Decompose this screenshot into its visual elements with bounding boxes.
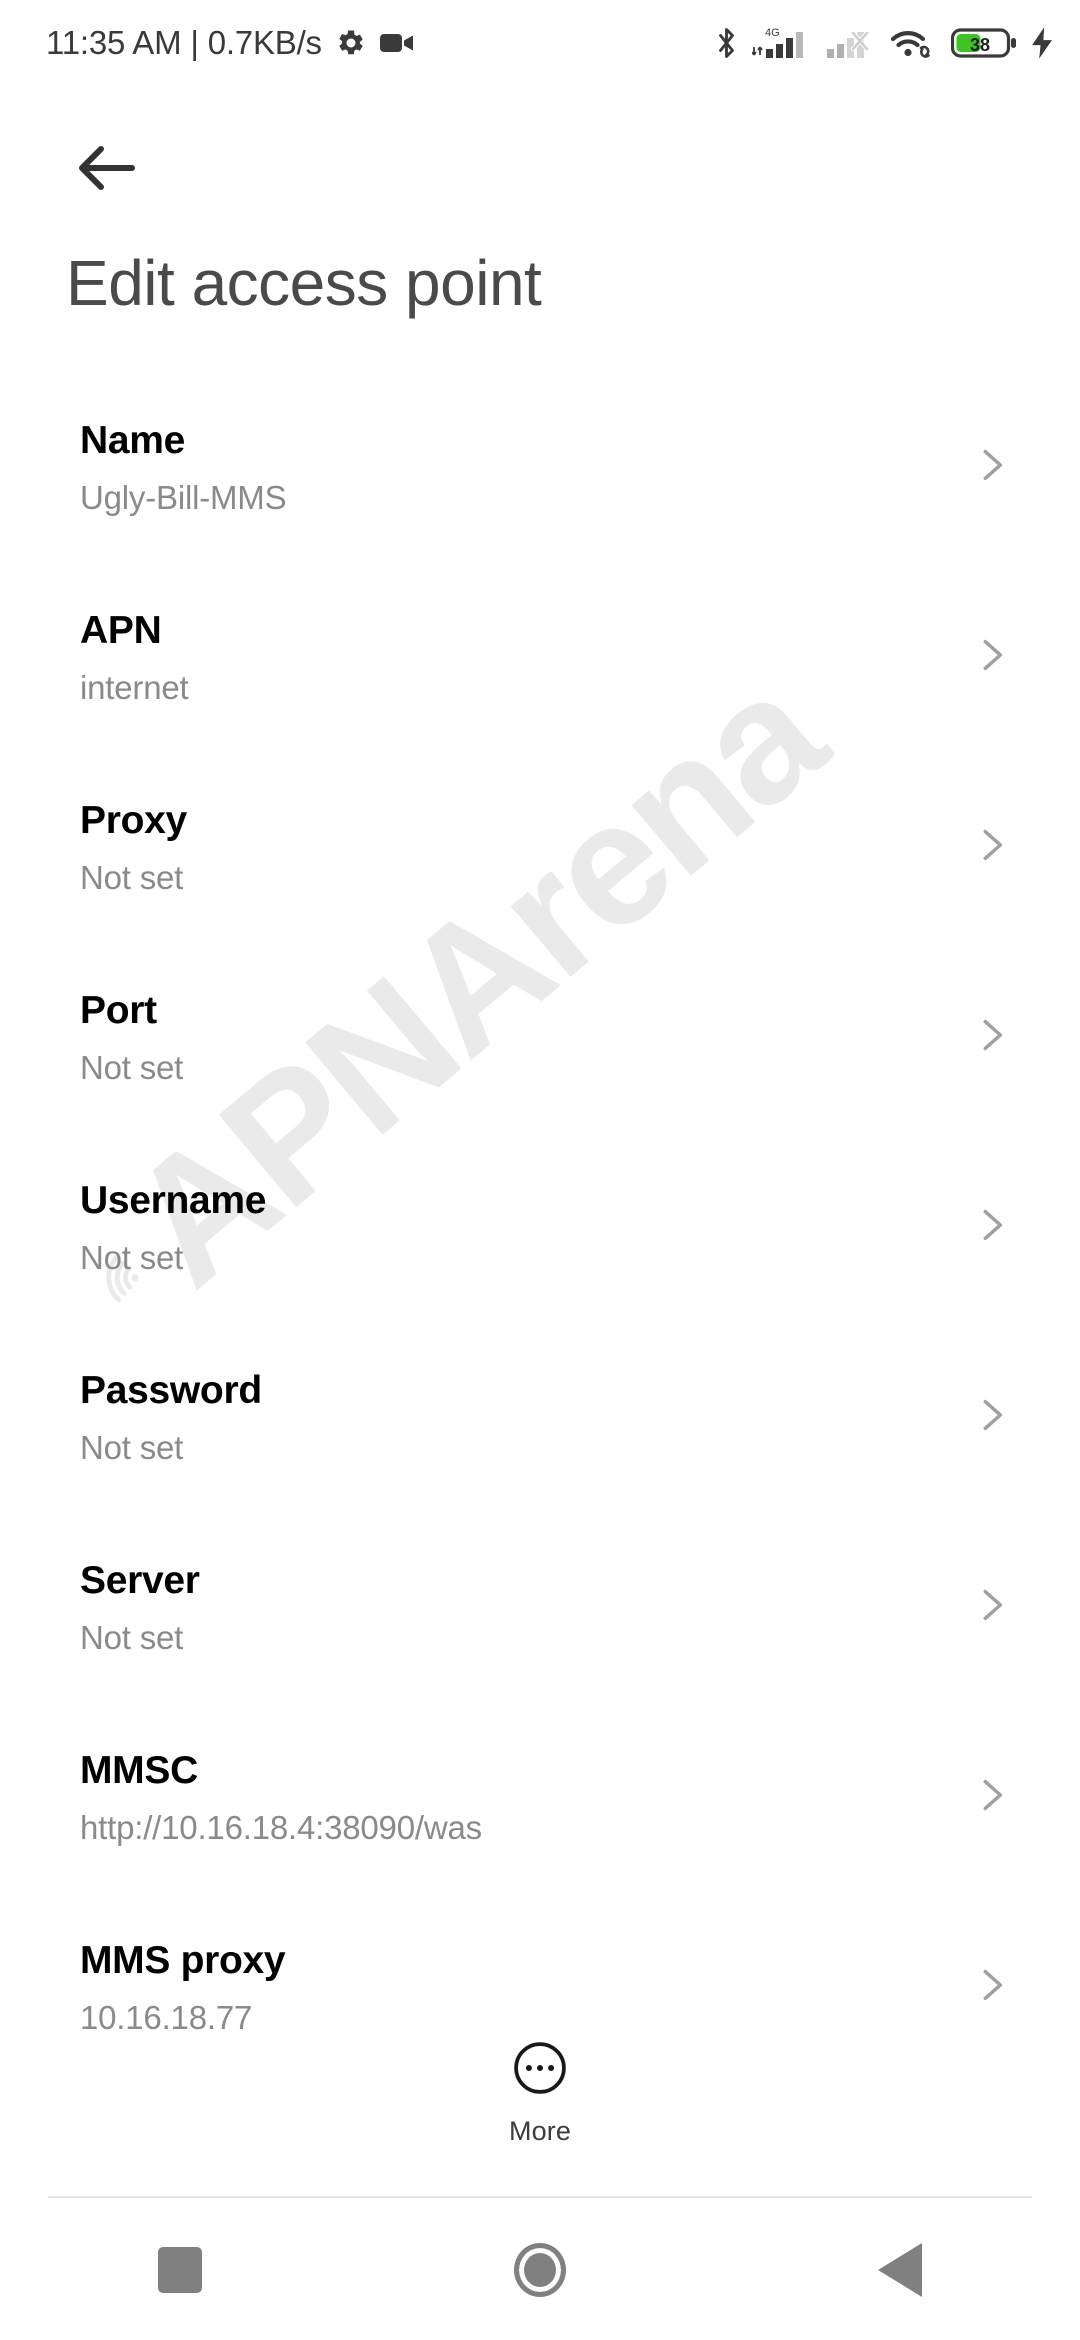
app-bar: [0, 110, 1080, 220]
setting-row-proxy[interactable]: Proxy Not set: [0, 775, 1080, 965]
video-camera-icon: [379, 31, 414, 55]
setting-title: Password: [80, 1369, 262, 1412]
setting-value: internet: [80, 669, 189, 706]
setting-title: MMSC: [80, 1749, 198, 1792]
setting-title: Port: [80, 989, 157, 1032]
setting-title: Proxy: [80, 799, 187, 842]
chevron-right-icon: [972, 1395, 1012, 1435]
status-bar-right: 4G 38: [714, 25, 1054, 61]
chevron-right-icon: [972, 825, 1012, 865]
setting-value: Ugly-Bill-MMS: [80, 479, 287, 516]
setting-value: Not set: [80, 1239, 184, 1276]
battery-level-text: 38: [970, 35, 990, 55]
setting-row-mmsc[interactable]: MMSC http://10.16.18.4:38090/was: [0, 1725, 1080, 1915]
setting-row-username[interactable]: Username Not set: [0, 1155, 1080, 1345]
chevron-right-icon: [972, 1965, 1012, 2005]
setting-title: MMS proxy: [80, 1939, 286, 1982]
more-button-label: More: [509, 2116, 571, 2146]
more-button[interactable]: More: [0, 2040, 1080, 2147]
setting-row-name[interactable]: Name Ugly-Bill-MMS: [0, 395, 1080, 585]
recents-button[interactable]: [105, 2215, 255, 2325]
cellular-signal-4g-icon: 4G: [752, 25, 814, 61]
more-circle-icon: [512, 2040, 568, 2101]
setting-value: Not set: [80, 1049, 184, 1086]
chevron-right-icon: [972, 445, 1012, 485]
back-triangle-icon: [878, 2243, 922, 2297]
system-navigation-bar: [0, 2200, 1080, 2340]
setting-title: Server: [80, 1559, 200, 1602]
back-arrow-icon: [79, 146, 135, 190]
recents-square-icon: [158, 2247, 202, 2293]
setting-row-apn[interactable]: APN internet: [0, 585, 1080, 775]
chevron-right-icon: [972, 1585, 1012, 1625]
home-button[interactable]: [465, 2215, 615, 2325]
svg-text:4G: 4G: [765, 27, 780, 39]
status-bar: 11:35 AM | 0.7KB/s 4G 38: [0, 0, 1080, 86]
chevron-right-icon: [972, 635, 1012, 675]
gear-icon: [336, 28, 366, 58]
setting-title: APN: [80, 609, 162, 652]
setting-value: Not set: [80, 1619, 184, 1656]
chevron-right-icon: [972, 1205, 1012, 1245]
chevron-right-icon: [972, 1015, 1012, 1055]
chevron-right-icon: [972, 1775, 1012, 1815]
status-clock-and-netspeed: 11:35 AM | 0.7KB/s: [46, 24, 322, 61]
wifi-link-icon: [890, 25, 938, 61]
system-back-button[interactable]: [825, 2215, 975, 2325]
page-title: Edit access point: [66, 247, 542, 319]
apn-settings-list: Name Ugly-Bill-MMS APN internet Proxy No…: [0, 395, 1080, 2105]
back-button[interactable]: [60, 122, 152, 214]
setting-row-server[interactable]: Server Not set: [0, 1535, 1080, 1725]
bluetooth-icon: [714, 25, 739, 61]
setting-value: Not set: [80, 1429, 184, 1466]
charging-bolt-icon: [1030, 26, 1054, 60]
setting-title: Username: [80, 1179, 267, 1222]
bottom-divider: [48, 2196, 1032, 2198]
phone-screen: 11:35 AM | 0.7KB/s 4G 38 APNArena Edit a…: [0, 0, 1080, 2340]
setting-value: Not set: [80, 859, 184, 896]
cellular-no-service-icon: [827, 25, 877, 61]
setting-row-password[interactable]: Password Not set: [0, 1345, 1080, 1535]
setting-row-port[interactable]: Port Not set: [0, 965, 1080, 1155]
home-circle-icon: [514, 2243, 566, 2297]
status-bar-left: 11:35 AM | 0.7KB/s: [46, 24, 414, 62]
setting-value: http://10.16.18.4:38090/was: [80, 1809, 482, 1846]
battery-icon: 38: [951, 26, 1017, 60]
setting-value: 10.16.18.77: [80, 1999, 253, 2036]
setting-title: Name: [80, 419, 186, 462]
